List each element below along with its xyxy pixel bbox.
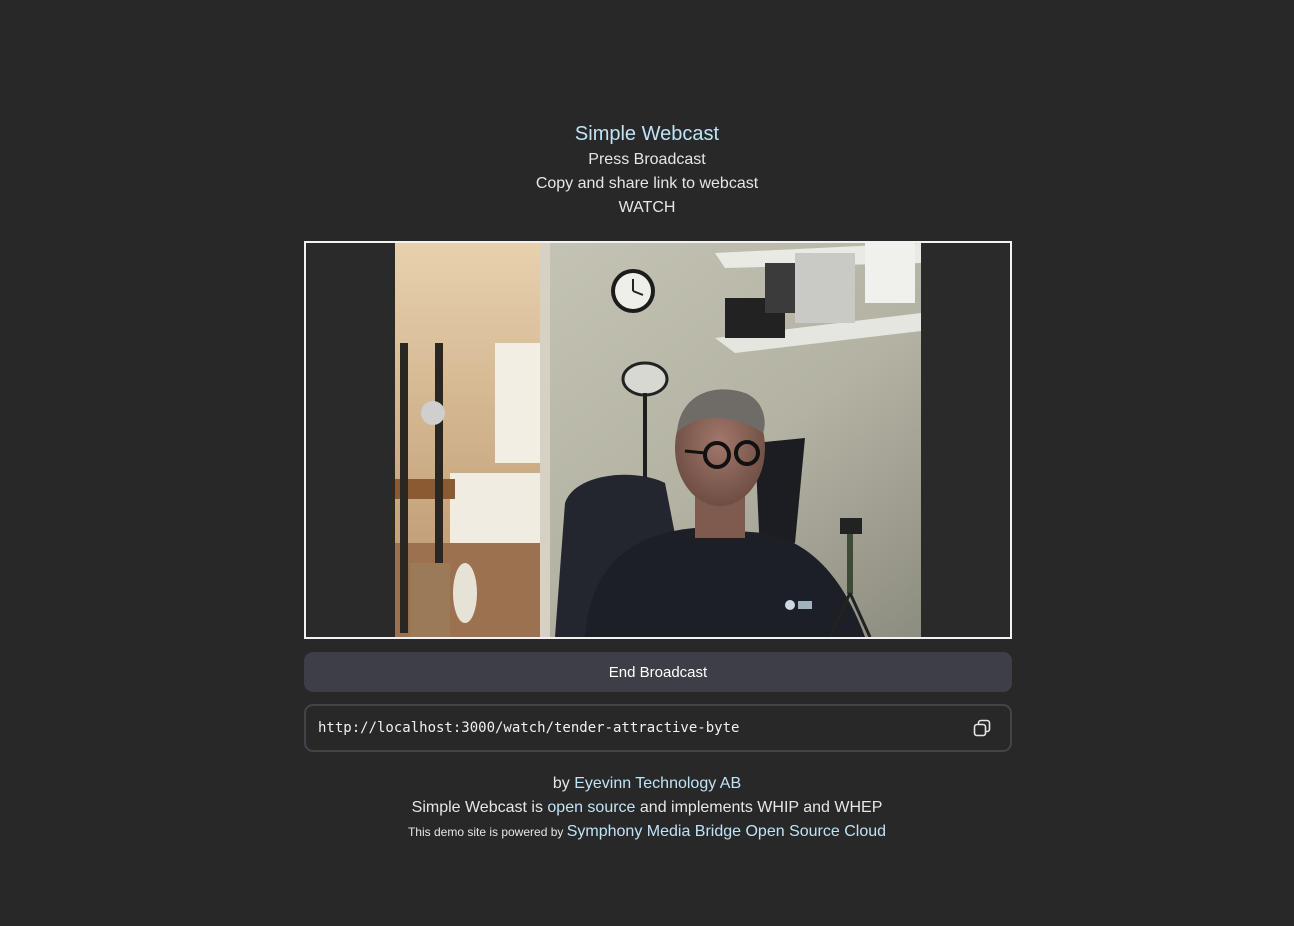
watch-link-field[interactable]: http://localhost:3000/watch/tender-attra…	[304, 704, 1012, 752]
footer-credit: by Eyevinn Technology AB	[0, 772, 1294, 796]
footer-license: Simple Webcast is open source and implem…	[0, 796, 1294, 820]
camera-feed	[395, 243, 921, 637]
footer-license-prefix: Simple Webcast is	[411, 799, 548, 816]
end-broadcast-button[interactable]: End Broadcast	[304, 652, 1012, 692]
symphony-media-bridge-link[interactable]: Symphony Media Bridge	[567, 823, 741, 840]
page-header: Simple Webcast Press Broadcast Copy and …	[0, 120, 1294, 220]
company-link[interactable]: Eyevinn Technology AB	[574, 775, 741, 792]
camera-feed-image	[395, 243, 921, 637]
footer-powered-by: This demo site is powered by Symphony Me…	[0, 820, 1294, 844]
watch-link-url[interactable]: http://localhost:3000/watch/tender-attra…	[306, 720, 972, 736]
page-title: Simple Webcast	[574, 123, 720, 145]
footer-by-prefix: by	[552, 775, 575, 792]
copy-icon[interactable]	[972, 718, 992, 738]
footer: by Eyevinn Technology AB Simple Webcast …	[0, 772, 1294, 844]
open-source-link[interactable]: open source	[547, 799, 635, 816]
open-source-cloud-link[interactable]: Open Source Cloud	[745, 823, 886, 840]
video-player[interactable]	[304, 241, 1012, 639]
instruction-watch: WATCH	[618, 199, 676, 216]
footer-license-suffix: and implements WHIP and WHEP	[635, 799, 883, 816]
footer-powered-prefix: This demo site is powered by	[407, 825, 567, 839]
instruction-copy-link: Copy and share link to webcast	[535, 175, 759, 192]
instruction-press-broadcast: Press Broadcast	[588, 151, 706, 168]
